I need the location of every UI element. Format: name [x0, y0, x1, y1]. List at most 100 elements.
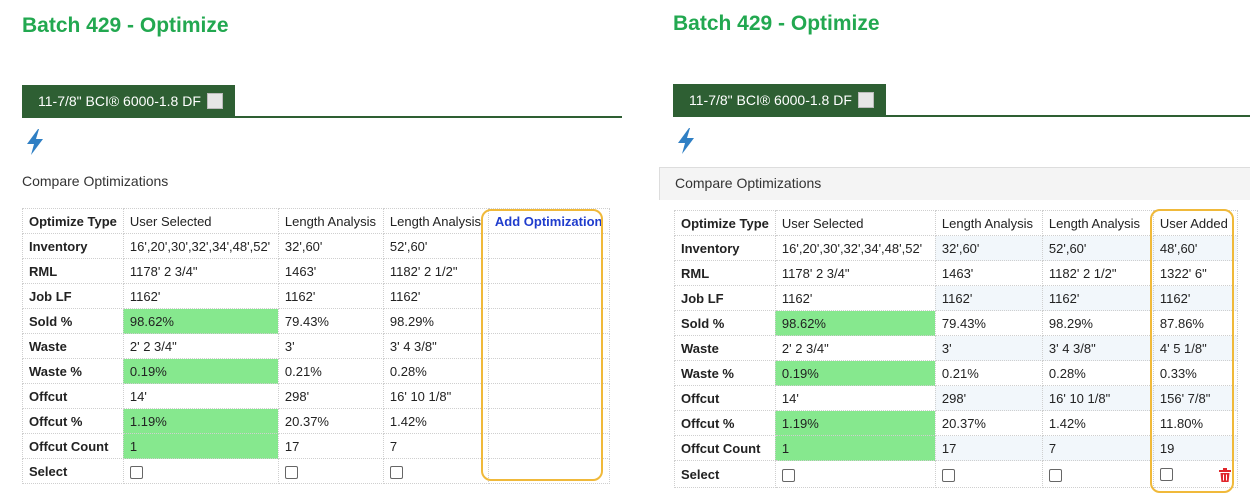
cell-value: 20.37%: [934, 410, 1043, 436]
cell-value: 298': [277, 383, 384, 409]
lightning-bolt-icon[interactable]: [24, 128, 46, 156]
cell-value: 1182' 2 1/2": [382, 258, 489, 284]
cell-value-best: 1.19%: [774, 410, 936, 436]
cell-value: 298': [934, 385, 1043, 411]
cell-value-best: 1: [774, 435, 936, 461]
tab-product[interactable]: 11-7/8" BCI® 6000-1.8 DF: [22, 85, 235, 118]
select-cell: [934, 460, 1043, 488]
cell-value: 2' 2 3/4": [774, 335, 936, 361]
cell-value: 16' 10 1/8": [1041, 385, 1154, 411]
cell-value: 16',20',30',32',34',48',52': [774, 235, 936, 261]
cell-value-best: 1.19%: [122, 408, 279, 434]
header-length-analysis-1: Length Analysis: [934, 210, 1043, 236]
left-pane: Batch 429 - Optimize 11-7/8" BCI® 6000-1…: [0, 0, 630, 499]
select-cell: [122, 458, 279, 484]
row-label: RML: [22, 258, 124, 284]
tab-label: 11-7/8" BCI® 6000-1.8 DF: [689, 92, 852, 108]
cell-value: 98.29%: [1041, 310, 1154, 336]
row-label: Inventory: [22, 233, 124, 259]
header-user-selected: User Selected: [122, 208, 279, 234]
tab-checkbox[interactable]: [206, 92, 223, 109]
row-label: Waste %: [22, 358, 124, 384]
compare-panel-header: Compare Optimizations: [659, 167, 1250, 200]
cell-value: 1463': [934, 260, 1043, 286]
cell-value: 1182' 2 1/2": [1041, 260, 1154, 286]
cell-value: 1162': [382, 283, 489, 309]
header-length-analysis-1: Length Analysis: [277, 208, 384, 234]
cell-value: 3' 4 3/8": [382, 333, 489, 359]
tab-label: 11-7/8" BCI® 6000-1.8 DF: [38, 93, 201, 109]
cell-value: 0.28%: [382, 358, 489, 384]
highlight-outline: [481, 209, 603, 481]
select-checkbox[interactable]: [129, 465, 143, 479]
tab-product[interactable]: 11-7/8" BCI® 6000-1.8 DF: [673, 84, 886, 117]
row-label: Offcut: [22, 383, 124, 409]
header-optimize-type: Optimize Type: [22, 208, 124, 234]
select-cell: [382, 458, 489, 484]
row-label: Job LF: [22, 283, 124, 309]
tab-underline: [673, 115, 1250, 117]
cell-value: 79.43%: [934, 310, 1043, 336]
cell-value: 0.21%: [277, 358, 384, 384]
row-label: Offcut Count: [674, 435, 776, 461]
cell-value: 79.43%: [277, 308, 384, 334]
select-checkbox[interactable]: [1048, 468, 1062, 482]
row-label: Offcut: [674, 385, 776, 411]
select-checkbox[interactable]: [284, 465, 298, 479]
cell-value: 14': [122, 383, 279, 409]
select-cell: [774, 460, 936, 488]
highlight-outline: [1150, 209, 1234, 493]
cell-value: 32',60': [277, 233, 384, 259]
row-label: Sold %: [22, 308, 124, 334]
right-pane: Batch 429 - Optimize 11-7/8" BCI® 6000-1…: [650, 0, 1250, 499]
select-checkbox[interactable]: [781, 468, 795, 482]
row-label: Offcut %: [674, 410, 776, 436]
row-label: RML: [674, 260, 776, 286]
section-label: Compare Optimizations: [675, 175, 822, 191]
cell-value: 20.37%: [277, 408, 384, 434]
lightning-bolt-icon[interactable]: [675, 127, 697, 155]
select-checkbox[interactable]: [389, 465, 403, 479]
cell-value: 7: [382, 433, 489, 459]
row-label: Inventory: [674, 235, 776, 261]
cell-value: 52',60': [1041, 235, 1154, 261]
cell-value: 32',60': [934, 235, 1043, 261]
select-cell: [277, 458, 384, 484]
row-label: Select: [22, 458, 124, 484]
row-label: Sold %: [674, 310, 776, 336]
cell-value: 3': [934, 335, 1043, 361]
cell-value: 1162': [774, 285, 936, 311]
row-label: Select: [674, 460, 776, 488]
cell-value-best: 98.62%: [774, 310, 936, 336]
select-checkbox[interactable]: [941, 468, 955, 482]
tab-underline: [22, 116, 622, 118]
cell-value-best: 0.19%: [122, 358, 279, 384]
cell-value: 16',20',30',32',34',48',52': [122, 233, 279, 259]
section-label: Compare Optimizations: [22, 173, 169, 189]
cell-value: 0.21%: [934, 360, 1043, 386]
cell-value: 3' 4 3/8": [1041, 335, 1154, 361]
page-title: Batch 429 - Optimize: [673, 12, 880, 35]
cell-value: 0.28%: [1041, 360, 1154, 386]
cell-value: 17: [934, 435, 1043, 461]
row-label: Offcut %: [22, 408, 124, 434]
page-title: Batch 429 - Optimize: [22, 14, 229, 37]
row-label: Waste: [674, 335, 776, 361]
cell-value: 16' 10 1/8": [382, 383, 489, 409]
select-cell: [1041, 460, 1154, 488]
cell-value: 2' 2 3/4": [122, 333, 279, 359]
header-user-selected: User Selected: [774, 210, 936, 236]
header-optimize-type: Optimize Type: [674, 210, 776, 236]
cell-value: 1178' 2 3/4": [122, 258, 279, 284]
row-label: Offcut Count: [22, 433, 124, 459]
cell-value: 3': [277, 333, 384, 359]
cell-value: 1.42%: [1041, 410, 1154, 436]
cell-value: 14': [774, 385, 936, 411]
header-length-analysis-2: Length Analysis: [1041, 210, 1154, 236]
tab-checkbox[interactable]: [857, 91, 874, 108]
cell-value: 1162': [1041, 285, 1154, 311]
cell-value-best: 0.19%: [774, 360, 936, 386]
cell-value-best: 98.62%: [122, 308, 279, 334]
cell-value: 1.42%: [382, 408, 489, 434]
cell-value: 1178' 2 3/4": [774, 260, 936, 286]
